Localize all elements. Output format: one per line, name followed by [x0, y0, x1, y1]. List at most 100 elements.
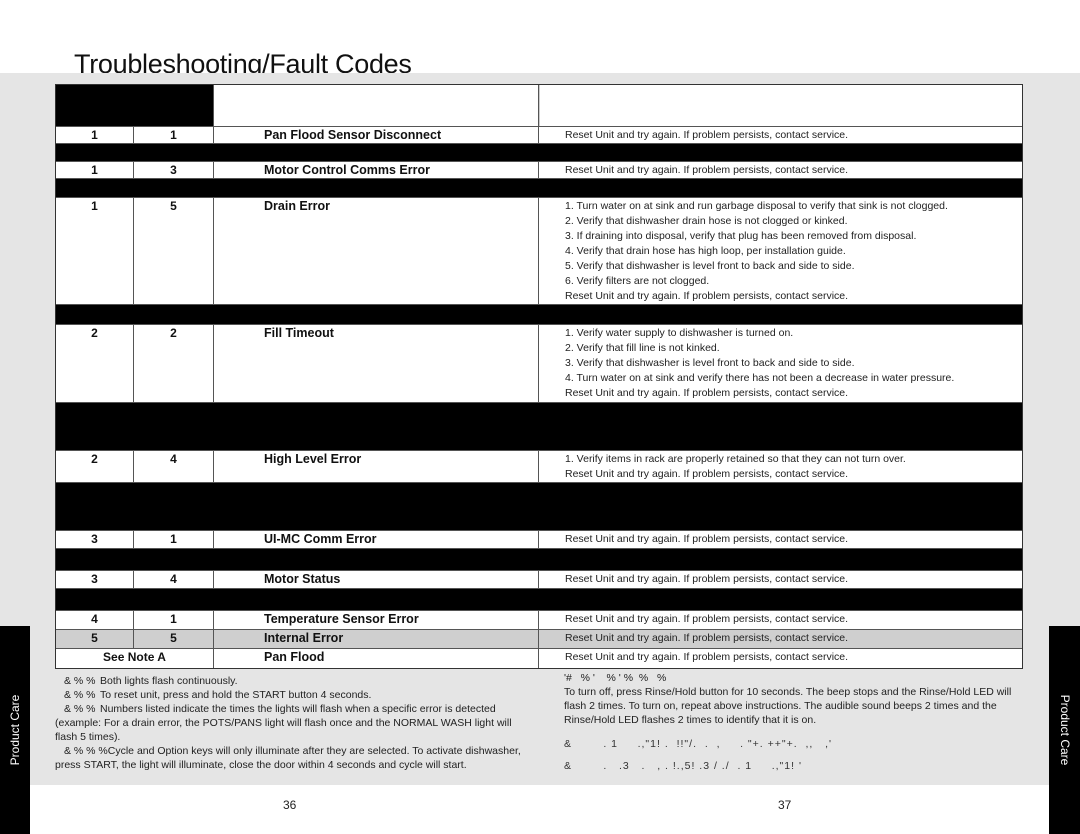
- corrective-action: Reset Unit and try again. If problem per…: [539, 630, 1022, 648]
- normal-wash-flash-count: 1: [134, 127, 214, 143]
- header-cell: [56, 85, 134, 126]
- action-line: 4. Verify that drain hose has high loop,…: [565, 245, 846, 257]
- pots-pans-flash-count: 2: [56, 325, 134, 402]
- action-line: Reset Unit and try again. If problem per…: [565, 387, 849, 399]
- fault-name: Motor Status: [214, 571, 539, 588]
- normal-wash-flash-count: 3: [134, 162, 214, 178]
- table-row: 2 2 Fill Timeout 1. Verify water supply to …: [56, 325, 1022, 403]
- fault-name: High Level Error: [214, 451, 539, 482]
- note-text: Both lights flash continuously.: [100, 675, 238, 687]
- corrective-action: Reset Unit and try again. If problem per…: [539, 571, 1022, 588]
- note-text: Numbers listed indicate the times the li…: [55, 703, 512, 743]
- table-separator-row: [56, 483, 1022, 531]
- action-line: 1. Verify items in rack are properly ret…: [565, 453, 906, 465]
- note-item: & % % Numbers listed indicate the times t…: [55, 702, 533, 744]
- note-item: & % % To reset unit, press and hold the S…: [55, 688, 533, 702]
- fault-name: Pan Flood: [214, 649, 539, 668]
- note-marker: & % %: [64, 689, 96, 701]
- action-line: Reset Unit and try again. If problem per…: [565, 613, 849, 625]
- notes-left: & % % Both lights flash continuously. & % …: [55, 674, 533, 772]
- corrective-action: Reset Unit and try again. If problem per…: [539, 611, 1022, 629]
- action-line: 4. Turn water on at sink and verify ther…: [565, 372, 955, 384]
- pots-pans-flash-count: 1: [56, 198, 134, 304]
- pots-pans-flash-count: 1: [56, 162, 134, 178]
- table-separator-row: [56, 144, 1022, 162]
- action-line: Reset Unit and try again. If problem per…: [565, 632, 849, 644]
- fault-name: Motor Control Comms Error: [214, 162, 539, 178]
- fault-name: Pan Flood Sensor Disconnect: [214, 127, 539, 143]
- table-row: See Note A Pan Flood Reset Unit and try ag…: [56, 649, 1022, 668]
- pots-pans-flash-count: 2: [56, 451, 134, 482]
- normal-wash-flash-count: 4: [134, 451, 214, 482]
- table-row: 1 1 Pan Flood Sensor Disconnect Reset Unit …: [56, 127, 1022, 144]
- action-line: 6. Verify filters are not clogged.: [565, 275, 710, 287]
- pots-pans-flash-count: 3: [56, 531, 134, 548]
- audible-alert-instructions: To turn off, press Rinse/Hold button for…: [564, 686, 1012, 726]
- table-separator-row: [56, 179, 1022, 198]
- table-row: 3 4 Motor Status Reset Unit and try again. …: [56, 571, 1022, 589]
- action-line: Reset Unit and try again. If problem per…: [565, 468, 849, 480]
- notes-right: '# % ' % ' % % % To turn off, press Rins…: [564, 671, 1034, 773]
- notes-right-heading: '# % ' % ' % % %: [564, 672, 667, 684]
- action-line: Reset Unit and try again. If problem per…: [565, 164, 849, 176]
- action-line: Reset Unit and try again. If problem per…: [565, 533, 849, 545]
- table-row: 1 5 Drain Error 1. Turn water on at sink an…: [56, 198, 1022, 305]
- light-code-cell: See Note A: [56, 649, 214, 668]
- page-number-right: 37: [778, 798, 792, 812]
- normal-wash-flash-count: 1: [134, 531, 214, 548]
- action-line: 2. Verify that fill line is not kinked.: [565, 342, 720, 354]
- fault-code-table: 1 1 Pan Flood Sensor Disconnect Reset Unit …: [55, 84, 1023, 669]
- action-line: 1. Verify water supply to dishwasher is …: [565, 327, 794, 339]
- fault-name: Temperature Sensor Error: [214, 611, 539, 629]
- table-row: 4 1 Temperature Sensor Error Reset Unit and…: [56, 611, 1022, 630]
- action-line: 5. Verify that dishwasher is level front…: [565, 260, 855, 272]
- note-item: & % % Both lights flash continuously.: [55, 674, 533, 688]
- side-tab-left: Product Care: [0, 626, 30, 834]
- header-cell: [214, 85, 539, 126]
- normal-wash-flash-count: 5: [134, 630, 214, 648]
- table-separator-row: [56, 305, 1022, 325]
- action-line: Reset Unit and try again. If problem per…: [565, 129, 849, 141]
- note-text: Cycle and Option keys will only illumina…: [55, 745, 521, 771]
- notes-right-line-2: & . .3 . , . !.,5! .3 / ./ . 1 .,"1! ': [564, 760, 802, 772]
- action-line: Reset Unit and try again. If problem per…: [565, 573, 849, 585]
- notes-right-line-1: & . 1 .,"1! . !!"/. . , . "+. ++"+. ,, ,…: [564, 738, 832, 750]
- corrective-action: Reset Unit and try again. If problem per…: [539, 649, 1022, 668]
- note-marker: & % % %: [64, 745, 108, 757]
- action-line: 3. If draining into disposal, verify tha…: [565, 230, 917, 242]
- side-tab-right: Product Care: [1049, 626, 1080, 834]
- fault-name: UI-MC Comm Error: [214, 531, 539, 548]
- table-separator-row: [56, 403, 1022, 451]
- side-tab-label: Product Care: [1057, 694, 1072, 766]
- note-item: & % % %Cycle and Option keys will only i…: [55, 744, 533, 772]
- pots-pans-flash-count: 3: [56, 571, 134, 588]
- table-separator-row: [56, 589, 1022, 611]
- normal-wash-flash-count: 5: [134, 198, 214, 304]
- note-text: To reset unit, press and hold the START …: [100, 689, 372, 701]
- pots-pans-flash-count: 5: [56, 630, 134, 648]
- corrective-action: Reset Unit and try again. If problem per…: [539, 531, 1022, 548]
- normal-wash-flash-count: 2: [134, 325, 214, 402]
- table-header-row: [56, 85, 1022, 127]
- fault-name: Internal Error: [214, 630, 539, 648]
- fault-name: Fill Timeout: [214, 325, 539, 402]
- table-row: 3 1 UI-MC Comm Error Reset Unit and try aga…: [56, 531, 1022, 549]
- action-line: Reset Unit and try again. If problem per…: [565, 651, 849, 663]
- note-marker: & % %: [64, 675, 96, 687]
- fault-name: Drain Error: [214, 198, 539, 304]
- table-row: 2 4 High Level Error 1. Verify items in rac…: [56, 451, 1022, 483]
- pots-pans-flash-count: 1: [56, 127, 134, 143]
- header-cell: [539, 85, 1022, 126]
- pots-pans-flash-count: 4: [56, 611, 134, 629]
- header-cell: [134, 85, 214, 126]
- side-tab-label: Product Care: [8, 694, 22, 766]
- action-line: 1. Turn water on at sink and run garbage…: [565, 200, 948, 212]
- corrective-action: 1. Verify items in rack are properly ret…: [539, 451, 1022, 482]
- table-row: 5 5 Internal Error Reset Unit and try again…: [56, 630, 1022, 649]
- action-line: Reset Unit and try again. If problem per…: [565, 290, 849, 302]
- corrective-action: Reset Unit and try again. If problem per…: [539, 162, 1022, 178]
- note-marker: & % %: [64, 703, 96, 715]
- corrective-action: 1. Verify water supply to dishwasher is …: [539, 325, 1022, 402]
- action-line: 2. Verify that dishwasher drain hose is …: [565, 215, 848, 227]
- page-number-left: 36: [283, 798, 297, 812]
